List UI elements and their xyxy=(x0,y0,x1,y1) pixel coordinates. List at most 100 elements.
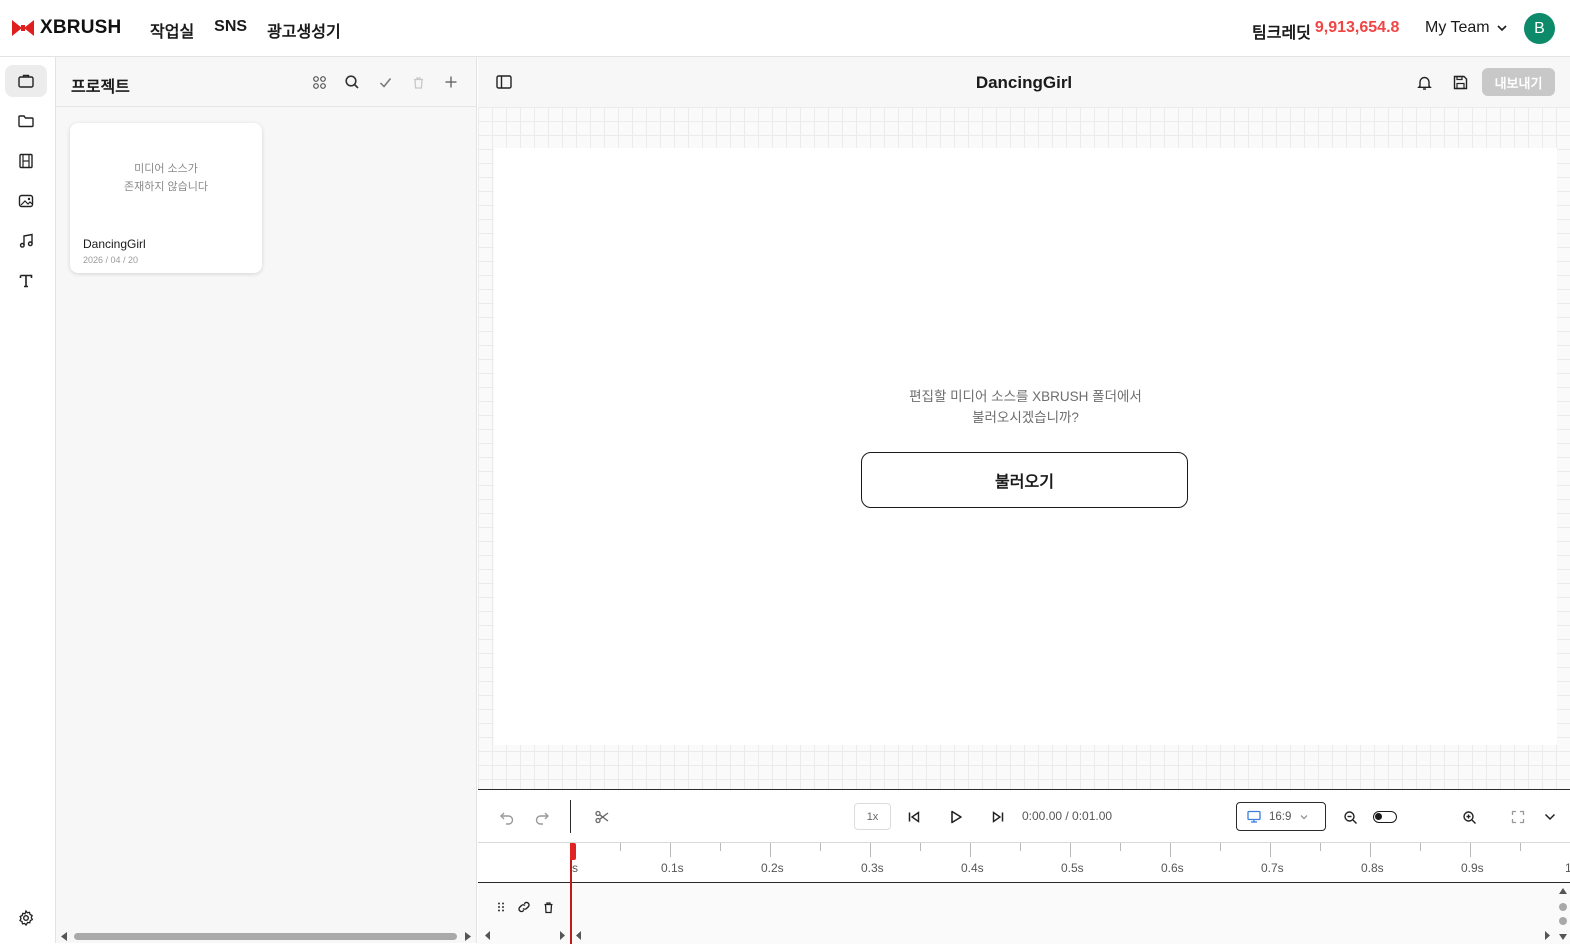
scroll-left-arrow-icon[interactable] xyxy=(484,931,491,940)
canvas-grid: 편집할 미디어 소스를 XBRUSH 폴더에서 불러오시겠습니까? 불러오기 xyxy=(478,107,1570,789)
skip-back-icon xyxy=(908,811,920,823)
scissors-icon xyxy=(595,810,609,824)
film-icon xyxy=(19,153,33,169)
play-icon xyxy=(951,810,962,824)
zoom-out-button[interactable] xyxy=(1339,806,1361,828)
team-name: My Team xyxy=(1425,19,1490,36)
ruler-label: 0.3s xyxy=(861,861,884,875)
scroll-right-arrow-icon[interactable] xyxy=(1544,931,1551,940)
left-rail xyxy=(0,57,56,943)
save-button[interactable] xyxy=(1449,71,1471,93)
search-icon xyxy=(345,75,359,89)
undo-button[interactable] xyxy=(496,806,518,828)
notifications-button[interactable] xyxy=(1413,71,1435,93)
editor-header: DancingGirl 내보내기 xyxy=(478,57,1570,107)
toggle-knob xyxy=(1375,813,1382,820)
delete-button[interactable] xyxy=(408,72,428,92)
skip-to-start-button[interactable] xyxy=(903,806,925,828)
ruler-major-tick xyxy=(770,843,771,857)
scrollbar-thumb[interactable] xyxy=(74,933,457,940)
scroll-left-arrow-icon[interactable] xyxy=(575,931,582,940)
settings-icon xyxy=(19,909,34,927)
load-button[interactable]: 불러오기 xyxy=(861,452,1188,508)
zoom-in-icon xyxy=(1462,810,1476,824)
rail-item-folders[interactable] xyxy=(5,105,47,137)
nav-item-studio[interactable]: 작업실 xyxy=(150,18,194,42)
ruler-label: 0.8s xyxy=(1361,861,1384,875)
aspect-ratio-value: 16:9 xyxy=(1269,810,1292,823)
playback-speed-button[interactable]: 1x xyxy=(854,803,891,830)
chevron-down-icon xyxy=(1300,814,1308,819)
folder-icon xyxy=(18,115,34,128)
scroll-left-arrow-icon[interactable] xyxy=(60,932,68,941)
track-drag-handle[interactable] xyxy=(490,896,512,918)
select-button[interactable] xyxy=(375,72,395,92)
project-name: DancingGirl xyxy=(83,237,146,251)
playhead-handle[interactable] xyxy=(570,843,576,860)
grid-view-icon xyxy=(312,75,326,89)
skip-to-end-button[interactable] xyxy=(987,806,1009,828)
nav-item-ad-generator[interactable]: 광고생성기 xyxy=(267,18,341,42)
plus-icon xyxy=(445,76,457,88)
check-icon xyxy=(379,77,391,88)
aspect-ratio-select[interactable]: 16:9 xyxy=(1236,802,1326,831)
ruler-minor-tick xyxy=(1120,843,1121,851)
image-icon xyxy=(18,194,34,208)
rail-item-videos[interactable] xyxy=(5,145,47,177)
ruler-label: s xyxy=(572,861,578,875)
rail-item-images[interactable] xyxy=(5,185,47,217)
add-project-button[interactable] xyxy=(441,72,461,92)
ruler-major-tick xyxy=(1270,843,1271,857)
ruler-major-tick xyxy=(1470,843,1471,857)
time-ruler[interactable]: s 0.1s 0.2s 0.3s 0.4s 0.5s 0.6s 0.7s 0.8… xyxy=(478,843,1570,883)
project-card[interactable]: 미디어 소스가 존재하지 않습니다 DancingGirl 2026 / 04 … xyxy=(70,123,262,273)
fullscreen-button[interactable] xyxy=(1507,806,1529,828)
vertical-scrollbar-icon[interactable] xyxy=(1558,886,1568,942)
nav-item-sns[interactable]: SNS xyxy=(214,18,247,42)
track-delete-button[interactable] xyxy=(537,896,559,918)
preview-canvas[interactable]: 편집할 미디어 소스를 XBRUSH 폴더에서 불러오시겠습니까? 불러오기 xyxy=(494,148,1557,745)
controls-divider xyxy=(570,800,571,833)
ruler-minor-tick xyxy=(1420,843,1421,851)
ruler-minor-tick xyxy=(1020,843,1021,851)
rail-item-settings[interactable] xyxy=(5,902,47,934)
search-button[interactable] xyxy=(342,72,362,92)
card-empty-message: 미디어 소스가 존재하지 않습니다 xyxy=(123,163,208,193)
chevron-down-icon xyxy=(1544,813,1556,821)
zoom-in-button[interactable] xyxy=(1458,806,1480,828)
timeline-track[interactable] xyxy=(478,883,1570,944)
cut-button[interactable] xyxy=(591,806,613,828)
trash-icon xyxy=(413,76,423,89)
ruler-minor-tick xyxy=(820,843,821,851)
export-button[interactable]: 내보내기 xyxy=(1482,68,1555,96)
ruler-major-tick xyxy=(1170,843,1171,857)
panel-header: 프로젝트 xyxy=(56,57,477,107)
credits-label: 팀크레딧 xyxy=(1252,25,1311,42)
project-title: DancingGirl xyxy=(975,73,1073,92)
team-selector[interactable]: My Team xyxy=(1425,19,1508,37)
scroll-right-arrow-icon[interactable] xyxy=(464,932,472,941)
zoom-toggle[interactable] xyxy=(1373,811,1397,823)
track-link-button[interactable] xyxy=(513,896,535,918)
music-icon xyxy=(19,233,33,248)
ruler-label: 0.2s xyxy=(761,861,784,875)
link-icon xyxy=(518,901,530,913)
rail-item-projects[interactable] xyxy=(5,65,47,97)
collapse-timeline-button[interactable] xyxy=(1539,806,1561,828)
avatar[interactable]: B xyxy=(1524,13,1555,44)
play-button[interactable] xyxy=(945,806,967,828)
ruler-minor-tick xyxy=(1520,843,1521,851)
redo-button[interactable] xyxy=(531,806,553,828)
logo[interactable]: XBRUSH xyxy=(12,17,121,39)
main-nav: 작업실 SNS 광고생성기 xyxy=(150,18,341,42)
scroll-right-arrow-icon[interactable] xyxy=(559,931,566,940)
panel-horizontal-scrollbar[interactable] xyxy=(56,929,477,943)
panel-title: 프로젝트 xyxy=(71,79,130,96)
briefcase-icon xyxy=(18,74,34,88)
ruler-major-tick xyxy=(1070,843,1071,857)
ruler-major-tick xyxy=(670,843,671,857)
monitor-icon xyxy=(1247,810,1261,823)
rail-item-audio[interactable] xyxy=(5,225,47,257)
rail-item-text[interactable] xyxy=(5,265,47,297)
grid-view-button[interactable] xyxy=(309,72,329,92)
